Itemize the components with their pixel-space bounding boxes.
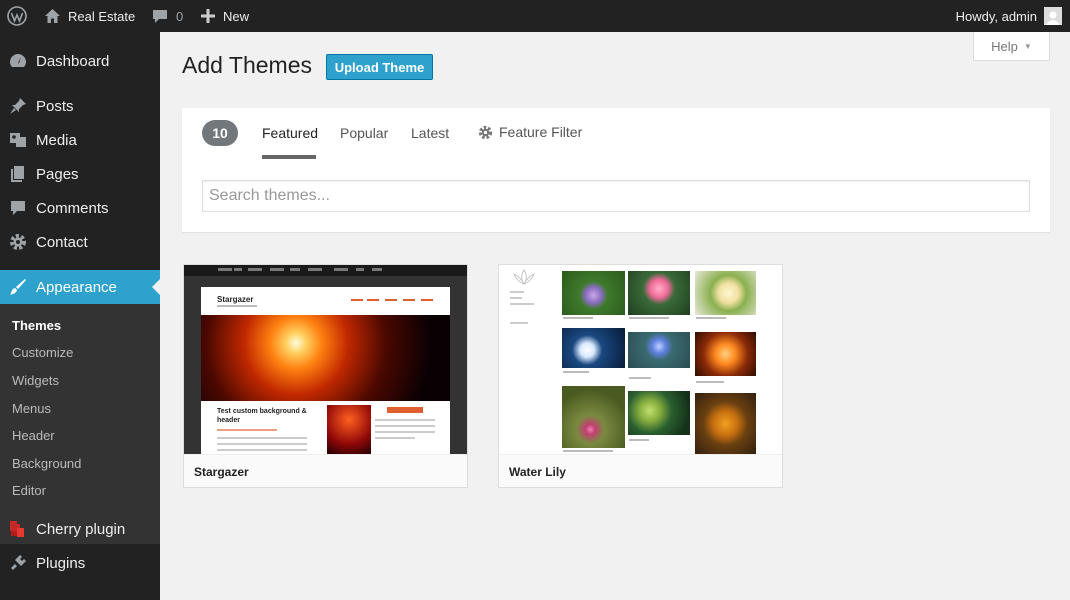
dashboard-icon xyxy=(0,52,36,70)
theme-count-badge: 10 xyxy=(202,120,238,146)
site-name-link[interactable]: Real Estate xyxy=(44,0,135,32)
home-icon xyxy=(45,9,60,23)
caret-down-icon: ▼ xyxy=(1023,41,1032,51)
sidebar-item-media[interactable]: Media xyxy=(0,123,160,157)
submenu-item-menus[interactable]: Menus xyxy=(12,401,51,416)
sidebar-item-dashboard[interactable]: Dashboard xyxy=(0,44,160,78)
theme-name[interactable]: Stargazer xyxy=(184,454,467,487)
sidebar-item-label: Comments xyxy=(36,199,109,217)
page-title: Add Themes xyxy=(182,52,312,78)
feature-filter-label: Feature Filter xyxy=(499,124,583,140)
sidebar-item-label: Posts xyxy=(36,97,74,115)
submenu-item-customize[interactable]: Customize xyxy=(12,345,73,360)
tab-latest[interactable]: Latest xyxy=(411,125,449,141)
appearance-submenu: Themes Customize Widgets Menus Header Ba… xyxy=(0,304,160,544)
media-icon xyxy=(0,131,36,149)
theme-card-water-lily[interactable]: Water Lily xyxy=(498,264,783,488)
preview-site-title: Stargazer xyxy=(217,295,254,304)
sidebar-item-plugins[interactable]: Plugins xyxy=(0,546,160,580)
lotus-logo-icon xyxy=(513,269,535,285)
sidebar-item-comments[interactable]: Comments xyxy=(0,191,160,225)
submenu-item-header[interactable]: Header xyxy=(12,428,55,443)
sidebar-item-label: Dashboard xyxy=(36,52,110,70)
cherry-icon xyxy=(0,519,36,539)
submenu-item-widgets[interactable]: Widgets xyxy=(12,373,59,388)
preview-hero-image xyxy=(201,315,450,401)
sidebar-item-contact[interactable]: Contact xyxy=(0,225,160,259)
sidebar-item-label: Cherry plugin xyxy=(36,520,126,538)
preview-post-title: Test custom background & header xyxy=(217,408,307,424)
theme-filter-bar: 10 Featured Popular Latest Feature Filte… xyxy=(182,108,1050,232)
sidebar-item-pages[interactable]: Pages xyxy=(0,157,160,191)
tab-featured[interactable]: Featured xyxy=(262,125,318,141)
sidebar-item-posts[interactable]: Posts xyxy=(0,89,160,123)
sidebar-item-label: Appearance xyxy=(36,278,117,296)
feature-filter-link[interactable]: Feature Filter xyxy=(478,124,582,140)
pin-icon xyxy=(0,97,36,115)
brush-icon xyxy=(0,278,36,296)
help-label: Help xyxy=(991,38,1018,54)
sidebar-item-label: Contact xyxy=(36,233,88,251)
submenu-item-themes[interactable]: Themes xyxy=(12,318,61,333)
sidebar-item-label: Media xyxy=(36,131,77,149)
sidebar-item-label: Plugins xyxy=(36,554,86,572)
new-content-link[interactable]: New xyxy=(201,0,249,32)
main-content: Add Themes Upload Theme Help ▼ 10 Featur… xyxy=(160,32,1070,600)
comments-link[interactable]: 0 xyxy=(152,0,183,32)
theme-name[interactable]: Water Lily xyxy=(499,454,782,487)
submenu-item-background[interactable]: Background xyxy=(12,456,81,471)
admin-sidebar: Dashboard Posts Media Pages Comments Con… xyxy=(0,32,160,600)
comment-icon xyxy=(0,199,36,217)
comment-icon xyxy=(153,9,167,23)
account-menu[interactable]: Howdy, admin xyxy=(956,0,1062,32)
search-themes-input[interactable] xyxy=(202,180,1030,212)
avatar xyxy=(1044,7,1062,25)
gear-icon xyxy=(478,125,493,139)
new-label: New xyxy=(223,8,250,24)
submenu-item-editor[interactable]: Editor xyxy=(12,483,46,498)
howdy-label: Howdy, admin xyxy=(955,8,1037,24)
admin-bar: Real Estate 0 New Howdy, admin xyxy=(0,0,1070,32)
sidebar-item-label: Pages xyxy=(36,165,79,183)
upload-theme-button[interactable]: Upload Theme xyxy=(326,54,433,80)
help-button[interactable]: Help ▼ xyxy=(973,32,1050,61)
pages-icon xyxy=(0,165,36,183)
sidebar-item-cherry-plugin[interactable]: Cherry plugin xyxy=(0,512,160,546)
theme-screenshot[interactable]: Stargazer Test custom background & heade… xyxy=(184,265,467,454)
theme-screenshot[interactable] xyxy=(499,265,782,454)
sidebar-item-appearance[interactable]: Appearance xyxy=(0,270,160,304)
plus-icon xyxy=(201,9,215,23)
site-name-label: Real Estate xyxy=(68,8,136,24)
wordpress-logo-icon[interactable] xyxy=(7,0,27,32)
active-tab-indicator xyxy=(262,155,316,159)
plug-icon xyxy=(0,554,36,572)
theme-card-stargazer[interactable]: Stargazer Test custom background & heade… xyxy=(183,264,468,488)
gear-icon xyxy=(0,233,36,251)
tab-popular[interactable]: Popular xyxy=(340,125,388,141)
comments-count: 0 xyxy=(176,8,184,24)
